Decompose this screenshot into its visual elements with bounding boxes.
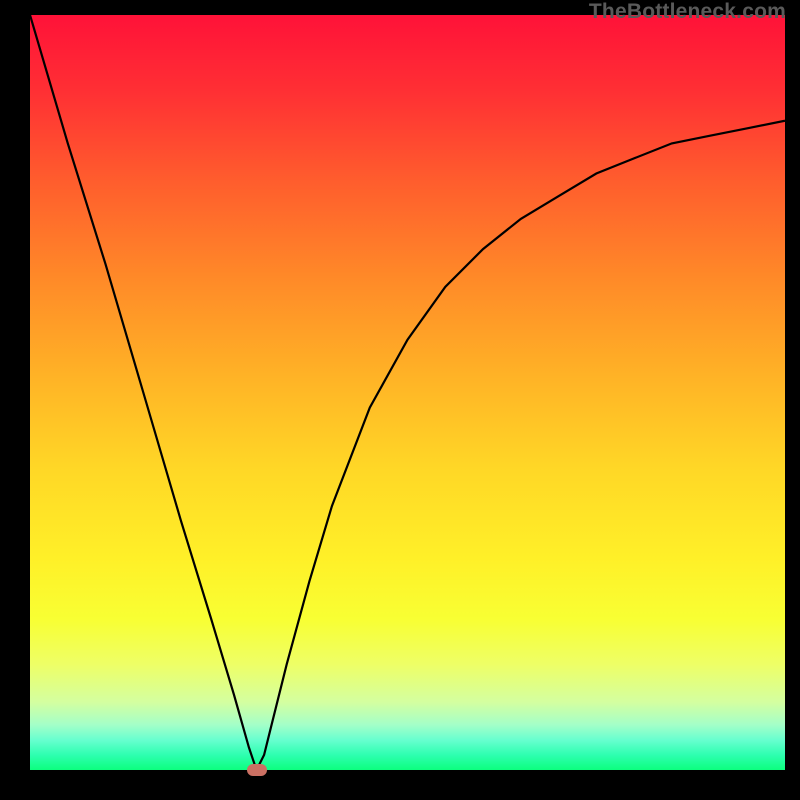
optimal-point-marker — [247, 764, 267, 776]
chart-container: TheBottleneck.com — [0, 0, 800, 800]
bottleneck-curve — [30, 15, 785, 770]
plot-area — [30, 15, 785, 770]
watermark-text: TheBottleneck.com — [589, 0, 786, 24]
